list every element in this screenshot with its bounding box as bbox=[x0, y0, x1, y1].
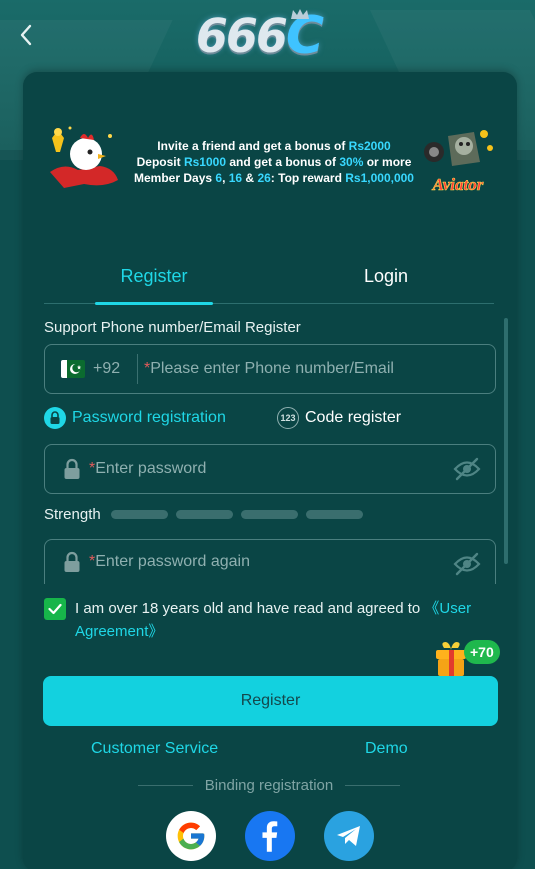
binding-registration-label: Binding registration bbox=[204, 777, 334, 794]
checkmark-icon bbox=[48, 603, 62, 615]
phone-email-placeholder: Please enter Phone number/Email bbox=[150, 360, 394, 377]
eye-hidden-icon[interactable] bbox=[453, 552, 481, 576]
customer-service-link[interactable]: Customer Service bbox=[91, 740, 218, 758]
strength-bar bbox=[110, 510, 168, 519]
password-registration-label: Password registration bbox=[72, 409, 226, 426]
promo-line-member-days: Member Days 6, 16 & 26: Top reward Rs1,0… bbox=[134, 171, 414, 185]
gift-bonus-badge: +70 bbox=[464, 640, 500, 664]
code-register-label: Code register bbox=[305, 409, 402, 426]
active-tab-indicator bbox=[95, 302, 213, 305]
password-registration-option[interactable]: Password registration bbox=[44, 406, 226, 430]
password-strength: Strength bbox=[44, 506, 363, 523]
aviator-mascot-icon: Aviator bbox=[424, 130, 493, 194]
strength-bar bbox=[240, 510, 298, 519]
promo-text: Invite a friend and get a bonus of Rs200… bbox=[126, 138, 422, 186]
promo-banner[interactable]: Invite a friend and get a bonus of Rs200… bbox=[44, 118, 498, 210]
facebook-icon bbox=[262, 821, 278, 852]
binding-registration-divider: Binding registration bbox=[138, 777, 401, 794]
gift-icon[interactable] bbox=[434, 640, 468, 678]
register-button[interactable]: Register bbox=[43, 676, 498, 726]
age-agreement: I am over 18 years old and have read and… bbox=[44, 597, 499, 643]
google-login-button[interactable] bbox=[166, 811, 216, 861]
telegram-icon bbox=[337, 826, 360, 846]
password-field[interactable]: * Enter password bbox=[44, 444, 496, 494]
lock-icon bbox=[44, 407, 66, 429]
eye-hidden-icon[interactable] bbox=[453, 457, 481, 481]
chicken-mascot-icon bbox=[50, 126, 118, 188]
numeric-code-icon: 123 bbox=[277, 407, 299, 429]
crown-icon bbox=[291, 9, 309, 19]
auth-tabs: Register Login bbox=[44, 258, 494, 305]
demo-link[interactable]: Demo bbox=[365, 740, 408, 758]
password-placeholder: Enter password bbox=[95, 460, 207, 477]
agreement-checkbox[interactable] bbox=[44, 598, 66, 620]
back-button[interactable] bbox=[14, 22, 38, 48]
promo-line-deposit: Deposit Rs1000 and get a bonus of 30% or… bbox=[136, 155, 412, 169]
tab-login[interactable]: Login bbox=[286, 258, 486, 304]
chevron-left-icon bbox=[20, 24, 32, 46]
agreement-text: I am over 18 years old and have read and… bbox=[75, 600, 472, 640]
telegram-login-button[interactable] bbox=[324, 811, 374, 861]
strength-bar bbox=[305, 510, 363, 519]
lock-icon bbox=[64, 458, 80, 479]
form-scrollbar[interactable] bbox=[504, 318, 508, 564]
facebook-login-button[interactable] bbox=[245, 811, 295, 861]
logo-text: 666 bbox=[195, 9, 288, 63]
lock-icon bbox=[64, 551, 80, 572]
section-label: Support Phone number/Email Register bbox=[44, 319, 301, 336]
google-icon bbox=[177, 822, 205, 850]
country-code[interactable]: +92 bbox=[93, 360, 137, 378]
confirm-password-placeholder: Enter password again bbox=[95, 553, 250, 570]
field-divider bbox=[137, 354, 138, 384]
strength-label: Strength bbox=[44, 506, 101, 523]
strength-bar bbox=[175, 510, 233, 519]
promo-line-invite: Invite a friend and get a bonus of Rs200… bbox=[157, 139, 391, 153]
code-register-option[interactable]: 123 Code register bbox=[277, 406, 401, 430]
aviator-logo-text: Aviator bbox=[432, 175, 484, 194]
pakistan-flag-icon[interactable] bbox=[61, 360, 85, 378]
phone-email-field[interactable]: +92 * Please enter Phone number/Email bbox=[44, 344, 496, 394]
confirm-password-field[interactable]: * Enter password again bbox=[44, 539, 496, 584]
tab-register[interactable]: Register bbox=[54, 258, 254, 304]
